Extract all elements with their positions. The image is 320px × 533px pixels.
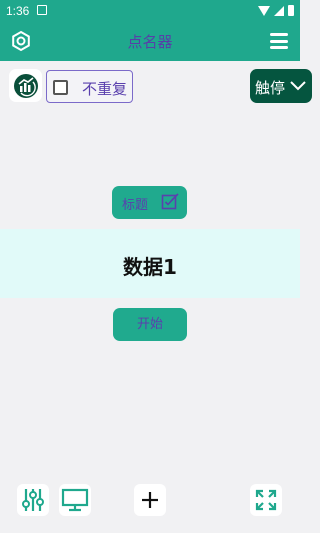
display-button[interactable]: [59, 484, 91, 516]
add-button[interactable]: [134, 484, 166, 516]
status-bar: 1:36: [0, 0, 300, 21]
battery-icon: [288, 5, 294, 16]
fullscreen-button[interactable]: [250, 484, 282, 516]
chart-button[interactable]: [9, 69, 42, 102]
start-button[interactable]: 开始: [113, 308, 187, 341]
menu-icon-line: [270, 46, 288, 49]
result-panel: 数据1: [0, 229, 300, 298]
plus-icon: [142, 492, 158, 508]
status-icons: [258, 5, 294, 16]
fullscreen-icon: [255, 489, 277, 511]
status-time: 1:36: [6, 4, 30, 18]
app-notification-icon: [37, 5, 47, 15]
touch-stop-label: 触停: [255, 79, 286, 97]
title-button-label: 标题: [122, 198, 149, 213]
wifi-icon: [258, 5, 270, 16]
sliders-icon: [22, 489, 44, 511]
app-bar: 点名器: [0, 21, 300, 61]
no-repeat-label: 不重复: [82, 80, 128, 98]
no-repeat-toggle[interactable]: 不重复: [46, 70, 133, 103]
no-repeat-checkbox[interactable]: [53, 80, 68, 95]
page-title: 点名器: [127, 33, 173, 51]
settings-sliders-button[interactable]: [17, 484, 49, 516]
edit-icon: [161, 193, 179, 210]
chevron-down-icon: [290, 81, 306, 91]
title-button[interactable]: 标题: [112, 186, 187, 219]
chart-icon: [13, 73, 38, 98]
monitor-icon: [61, 488, 89, 512]
menu-icon-line: [270, 33, 288, 36]
result-text: 数据1: [123, 255, 177, 279]
menu-icon-line: [270, 39, 288, 43]
menu-button[interactable]: [270, 33, 288, 49]
touch-stop-dropdown[interactable]: 触停: [250, 69, 312, 103]
signal-icon: [274, 5, 284, 16]
